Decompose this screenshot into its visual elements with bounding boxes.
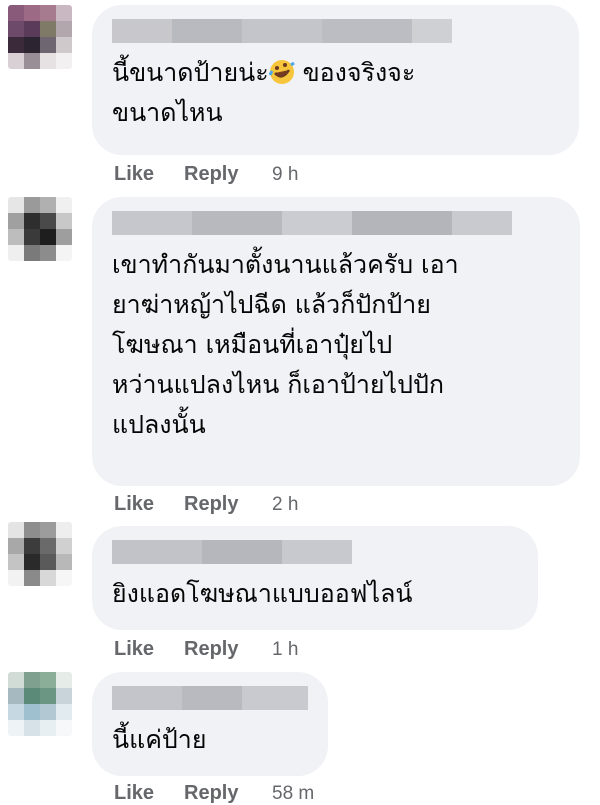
timestamp[interactable]: 9 h (272, 164, 298, 186)
comment-text: นี้แค่ป้าย (112, 725, 207, 754)
comment-text: เขาทำกันมาตั้งนานแล้วครับ เอา ยาฆ่าหญ้าไ… (112, 250, 459, 439)
timestamp[interactable]: 58 m (272, 783, 314, 805)
like-button[interactable]: Like (114, 638, 184, 661)
comment-bubble: นี้ขนาดป้ายน่ะ ของจริงจะ ขนาดไหน (92, 5, 579, 155)
avatar[interactable] (8, 522, 72, 586)
commenter-name[interactable] (112, 686, 308, 710)
comment-actions: Like Reply 1 h (114, 638, 298, 661)
reply-button[interactable]: Reply (184, 163, 272, 186)
timestamp[interactable]: 1 h (272, 639, 298, 661)
like-button[interactable]: Like (114, 493, 184, 516)
reply-button[interactable]: Reply (184, 782, 272, 805)
avatar[interactable] (8, 672, 72, 736)
rolling-on-floor-laughing-emoji (268, 60, 295, 84)
avatar[interactable] (8, 5, 72, 69)
comment-bubble: ยิงแอดโฆษณาแบบออฟไลน์ (92, 526, 538, 630)
comment-bubble: เขาทำกันมาตั้งนานแล้วครับ เอา ยาฆ่าหญ้าไ… (92, 197, 580, 486)
reply-button[interactable]: Reply (184, 638, 272, 661)
commenter-name[interactable] (112, 211, 560, 235)
avatar[interactable] (8, 197, 72, 261)
timestamp[interactable]: 2 h (272, 494, 298, 516)
comment-text: นี้ขนาดป้ายน่ะ ของจริงจะ ขนาดไหน (112, 58, 416, 127)
commenter-name[interactable] (112, 540, 518, 564)
reply-button[interactable]: Reply (184, 493, 272, 516)
commenter-name[interactable] (112, 19, 559, 43)
comment-actions: Like Reply 9 h (114, 163, 298, 186)
like-button[interactable]: Like (114, 163, 184, 186)
comment-actions: Like Reply 58 m (114, 782, 314, 805)
comment-actions: Like Reply 2 h (114, 493, 298, 516)
like-button[interactable]: Like (114, 782, 184, 805)
comment-text: ยิงแอดโฆษณาแบบออฟไลน์ (112, 579, 413, 608)
comment-bubble: นี้แค่ป้าย (92, 672, 328, 776)
